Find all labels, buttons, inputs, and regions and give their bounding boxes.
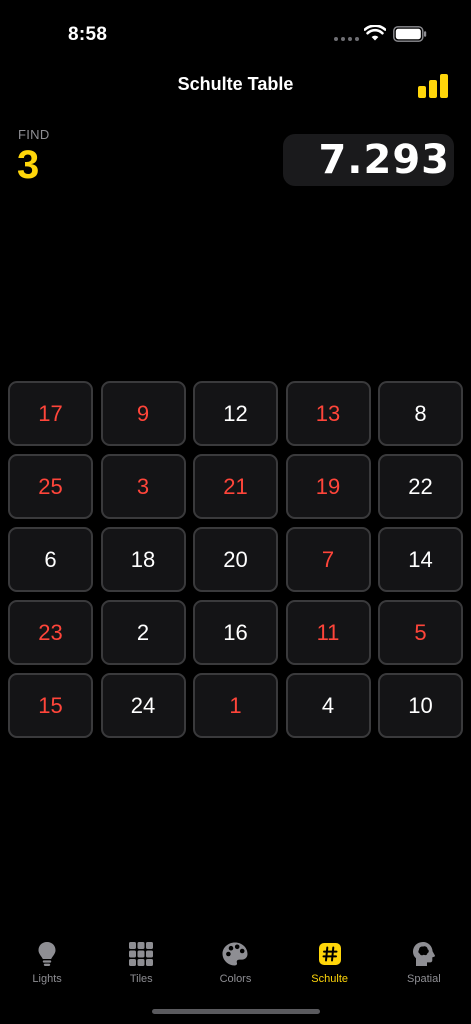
grid-cell[interactable]: 2: [100, 600, 186, 665]
grid-cell[interactable]: 10: [378, 673, 463, 738]
find-label: FIND: [18, 127, 50, 142]
tab-spatial[interactable]: Spatial: [377, 932, 471, 1002]
status-time: 8:58: [68, 24, 108, 45]
tab-label: Tiles: [129, 973, 153, 985]
hash-icon: [318, 943, 341, 965]
lightbulb-icon: [38, 942, 56, 966]
grid-cell[interactable]: 16: [193, 600, 278, 665]
grid-icon: [129, 942, 154, 966]
schulte-screen: 8:58 Schulte Table FIND 3 7.293 17 9 12 …: [0, 0, 471, 1024]
grid-cell[interactable]: 11: [285, 600, 371, 665]
tab-bar: Lights Tiles Colors Schulte Spatial: [0, 932, 471, 1002]
grid-cell[interactable]: 4: [285, 673, 371, 738]
tab-colors[interactable]: Colors: [188, 932, 282, 1002]
tab-label: Lights: [32, 973, 62, 985]
grid-cell[interactable]: 24: [100, 673, 186, 738]
wifi-icon: [364, 25, 386, 41]
tab-schulte[interactable]: Schulte: [283, 932, 377, 1002]
grid-cell[interactable]: 25: [8, 454, 93, 519]
find-target-number: 3: [17, 143, 40, 187]
timer-panel: 7.293: [283, 134, 454, 186]
grid-cell[interactable]: 20: [193, 527, 278, 592]
grid-cell[interactable]: 8: [378, 381, 463, 446]
grid-cell[interactable]: 23: [8, 600, 93, 665]
grid-cell[interactable]: 1: [193, 673, 278, 738]
palette-icon: [222, 942, 248, 966]
grid-cell[interactable]: 14: [378, 527, 463, 592]
tab-lights[interactable]: Lights: [0, 932, 94, 1002]
grid-cell[interactable]: 18: [100, 527, 186, 592]
tab-label: Schulte: [311, 973, 348, 985]
page-title: Schulte Table: [177, 74, 294, 94]
grid-cell[interactable]: 13: [285, 381, 371, 446]
grid-cell[interactable]: 3: [100, 454, 186, 519]
grid-cell[interactable]: 15: [8, 673, 93, 738]
tab-label: Spatial: [407, 973, 441, 985]
grid-cell[interactable]: 19: [285, 454, 371, 519]
schulte-grid: 17 9 12 13 8 25 3 21 19 22 6 18 20 7 14 …: [8, 381, 463, 738]
tab-tiles[interactable]: Tiles: [94, 932, 188, 1002]
signal-dots-icon: [334, 37, 359, 41]
home-indicator: [152, 1009, 320, 1014]
battery-icon: [393, 26, 427, 42]
grid-cell[interactable]: 21: [193, 454, 278, 519]
grid-cell[interactable]: 6: [8, 527, 93, 592]
tab-label: Colors: [219, 973, 252, 985]
grid-cell[interactable]: 9: [100, 381, 186, 446]
grid-cell[interactable]: 17: [8, 381, 93, 446]
status-bar: 8:58: [0, 0, 471, 60]
brain-head-icon: [412, 942, 435, 966]
grid-cell[interactable]: 12: [193, 381, 278, 446]
navigation-bar: Schulte Table: [0, 64, 471, 108]
grid-cell[interactable]: 22: [378, 454, 463, 519]
stats-button[interactable]: [417, 72, 449, 100]
grid-cell[interactable]: 7: [285, 527, 371, 592]
timer-value: 7.293: [318, 137, 450, 183]
grid-cell[interactable]: 5: [378, 600, 463, 665]
